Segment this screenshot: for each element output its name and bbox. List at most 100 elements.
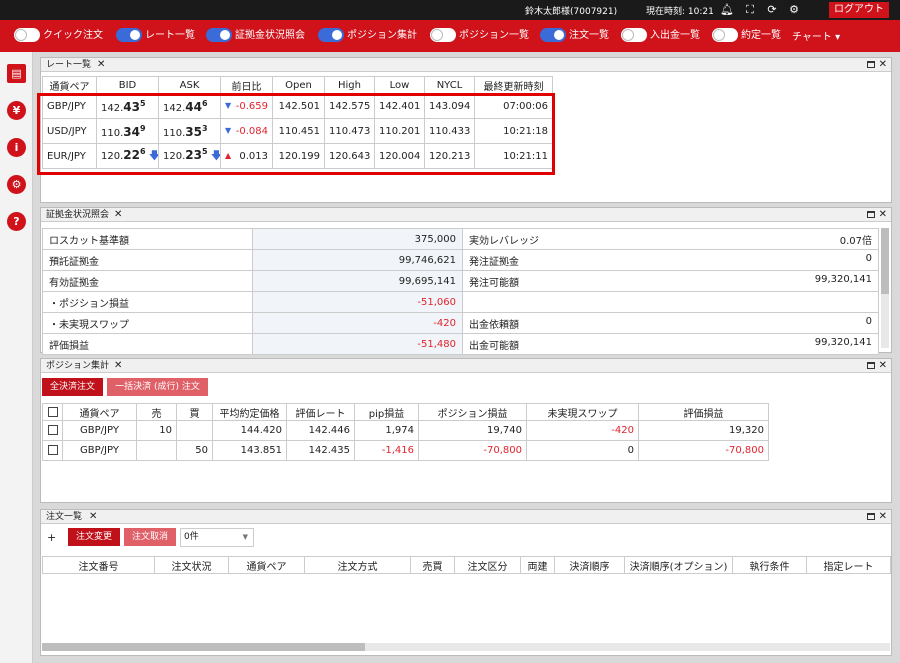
col-header[interactable]: 執行条件	[732, 556, 807, 574]
pair-cell: GBP/JPY	[62, 420, 137, 441]
cancel-order-button[interactable]: 注文取消	[124, 528, 176, 546]
margin-value: 99,695,141	[252, 270, 463, 292]
col-header[interactable]: 買	[176, 403, 213, 421]
checkbox[interactable]	[47, 406, 58, 417]
close-icon[interactable]: ✕	[97, 58, 105, 72]
add-button[interactable]: +	[47, 531, 56, 544]
margin-label-2: 出金可能額 99,320,141	[462, 333, 879, 355]
toggle-switch[interactable]	[540, 28, 566, 42]
toggle-switch[interactable]	[318, 28, 344, 42]
checkbox[interactable]	[47, 445, 58, 455]
col-header[interactable]: 通貨ペア	[62, 403, 137, 421]
checkbox[interactable]	[47, 425, 58, 435]
position-row[interactable]: GBP/JPY 50 143.851 142.435 -1,416 -70,800 0 -70…	[42, 440, 769, 461]
col-header[interactable]: 両建	[520, 556, 555, 574]
toggle-position-summary[interactable]: ポジション集計	[318, 28, 417, 44]
col-header[interactable]: 評価レート	[286, 403, 355, 421]
toggle-order-list[interactable]: 注文一覧	[540, 28, 609, 44]
toggle-switch[interactable]	[116, 28, 142, 42]
close-panel-icon[interactable]: ✕	[879, 58, 887, 72]
col-header[interactable]: 通貨ペア	[228, 556, 305, 574]
save-icon[interactable]: ▤	[7, 64, 26, 83]
gear-icon[interactable]: ⚙	[7, 175, 26, 194]
toggle-quick-order[interactable]: クイック注文	[14, 28, 103, 44]
yen-icon[interactable]: ¥	[7, 101, 26, 120]
toggle-execution-list[interactable]: 約定一覧	[712, 28, 781, 44]
close-icon[interactable]: ✕	[89, 510, 97, 524]
col-header[interactable]: 通貨ペア	[42, 76, 97, 94]
col-header[interactable]: 平均約定価格	[212, 403, 287, 421]
margin-value-2: 0.07倍	[839, 235, 872, 247]
col-header[interactable]: 注文区分	[454, 556, 521, 574]
logout-button[interactable]: ログアウト	[829, 2, 889, 18]
panel-header: 注文一覧 ✕ ✕	[41, 510, 891, 524]
horizontal-scrollbar[interactable]	[42, 643, 890, 651]
col-header[interactable]: BID	[96, 76, 159, 94]
toggle-deposit-list[interactable]: 入出金一覧	[621, 28, 700, 44]
col-header[interactable]: 注文状況	[154, 556, 229, 574]
gear-icon[interactable]: ⚙	[787, 3, 801, 17]
col-header[interactable]: High	[324, 76, 375, 94]
col-header[interactable]: 注文方式	[304, 556, 411, 574]
pip-cell: 1,974	[354, 420, 419, 441]
info-icon[interactable]: i	[7, 138, 26, 157]
col-header[interactable]: 最終更新時刻	[474, 76, 553, 94]
col-header[interactable]: 評価損益	[638, 403, 769, 421]
margin-row: ・ポジション損益 -51,060	[42, 291, 879, 313]
close-panel-icon[interactable]: ✕	[879, 359, 887, 373]
col-header[interactable]: Low	[374, 76, 425, 94]
close-all-button[interactable]: 全決済注文	[42, 378, 103, 396]
toggle-switch[interactable]	[206, 28, 232, 42]
close-icon[interactable]: ✕	[114, 208, 122, 222]
toggle-switch[interactable]	[712, 28, 738, 42]
user-name: 鈴木太郎様(7007921)	[525, 7, 618, 17]
toggle-position-list[interactable]: ポジション一覧	[430, 28, 529, 44]
col-header[interactable]: NYCL	[424, 76, 475, 94]
margin-row: 有効証拠金 99,695,141 発注可能額 99,320,141	[42, 270, 879, 292]
bell-icon[interactable]: 🔔︎	[720, 3, 734, 17]
sell-cell: 10	[136, 420, 177, 441]
maximize-icon[interactable]	[867, 513, 875, 520]
buy-cell	[176, 420, 213, 441]
toggle-margin-status[interactable]: 証拠金状況照会	[206, 28, 305, 44]
toggle-switch[interactable]	[621, 28, 647, 42]
col-header[interactable]: 売	[136, 403, 177, 421]
chart-menu[interactable]: チャート ▾	[792, 28, 840, 43]
refresh-icon[interactable]: ⟳	[765, 3, 779, 17]
maximize-icon[interactable]	[867, 362, 875, 369]
col-header[interactable]: 注文番号	[42, 556, 155, 574]
toggle-switch[interactable]	[430, 28, 456, 42]
toggle-rate-list[interactable]: レート一覧	[116, 28, 195, 44]
col-header[interactable]: 指定レート	[806, 556, 891, 574]
vertical-scrollbar[interactable]	[881, 228, 889, 348]
position-row[interactable]: GBP/JPY 10 144.420 142.446 1,974 19,740 -420 19…	[42, 420, 769, 441]
fullscreen-icon[interactable]: ⛶	[743, 3, 757, 17]
col-header[interactable]: 前日比	[220, 76, 273, 94]
col-header[interactable]: ASK	[158, 76, 221, 94]
order-count-select[interactable]: 0件 ▼	[180, 528, 254, 547]
margin-label-2: 発注証拠金 0	[462, 249, 879, 271]
col-header[interactable]: ポジション損益	[418, 403, 527, 421]
swap-cell: -420	[526, 420, 639, 441]
highlight-box	[37, 93, 555, 175]
help-icon[interactable]: ?	[7, 212, 26, 231]
close-icon[interactable]: ✕	[114, 359, 122, 373]
col-header[interactable]: pip損益	[354, 403, 419, 421]
toggle-switch[interactable]	[14, 28, 40, 42]
bulk-market-close-button[interactable]: 一括決済 (成行) 注文	[107, 378, 208, 396]
col-header[interactable]: 決済順序	[554, 556, 625, 574]
close-panel-icon[interactable]: ✕	[879, 208, 887, 222]
maximize-icon[interactable]	[867, 61, 875, 68]
col-header[interactable]: 売買	[410, 556, 455, 574]
modify-order-button[interactable]: 注文変更	[68, 528, 120, 546]
pip-cell: -1,416	[354, 440, 419, 461]
col-header[interactable]: Open	[272, 76, 325, 94]
row-checkbox-cell[interactable]	[42, 440, 63, 461]
col-header[interactable]: 決済順序(オプション)	[624, 556, 733, 574]
close-panel-icon[interactable]: ✕	[879, 510, 887, 524]
select-all-checkbox-cell[interactable]	[42, 403, 63, 421]
row-checkbox-cell[interactable]	[42, 420, 63, 441]
col-header[interactable]: 未実現スワップ	[526, 403, 639, 421]
maximize-icon[interactable]	[867, 211, 875, 218]
eval-rate-cell: 142.435	[286, 440, 355, 461]
